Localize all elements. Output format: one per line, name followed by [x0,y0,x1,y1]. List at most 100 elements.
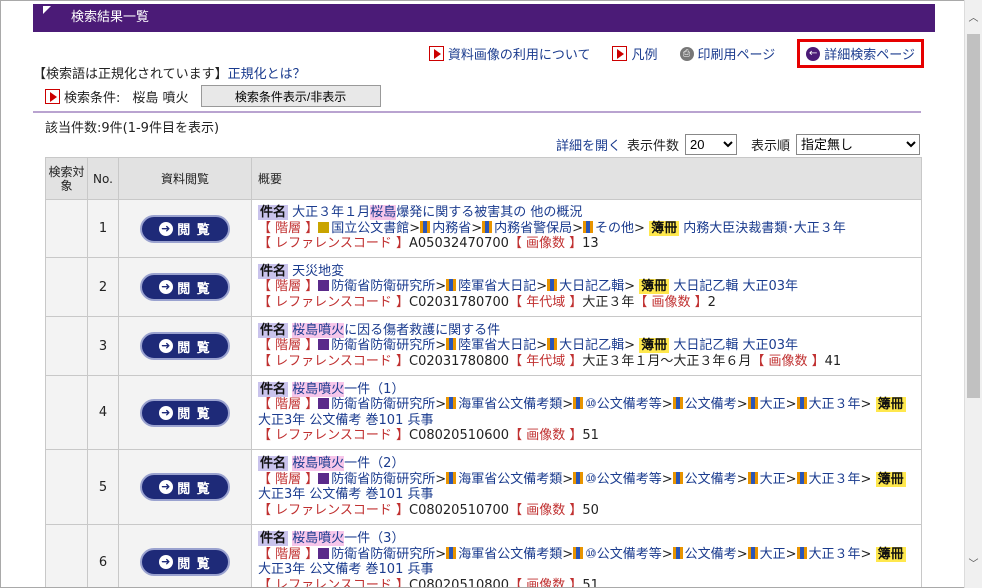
summary-cell: 件名 天災地変【 階層 】防衛省防衛研究所> 陸軍省大日記> 大日記乙輯> 簿冊 大… [251,257,922,317]
view-cell: ➜ 閲 覧 [118,524,252,587]
folder-icon [446,546,457,559]
path-item[interactable]: 大正３年 [809,397,861,412]
target-cell [45,316,88,376]
path-item[interactable]: 防衛省防衛研究所 [331,472,435,487]
path-item[interactable]: 大正３年 [809,547,861,562]
view-cell: ➜ 閲 覧 [118,316,252,376]
path-item[interactable]: 公文備考 [685,397,737,412]
view-button[interactable]: ➜ 閲 覧 [140,214,230,243]
path-item[interactable]: 内務省 [432,221,471,236]
view-cell: ➜ 閲 覧 [118,449,252,525]
image-count: 51 [582,428,599,443]
per-page-select[interactable]: 20 [684,134,737,155]
view-button[interactable]: ➜ 閲 覧 [140,273,230,301]
record-title-link[interactable]: 桜島噴火一件（1） [292,381,404,397]
path-item[interactable]: ⑩公文備考等 [585,397,662,412]
play-triangle-icon [428,46,444,61]
view-button[interactable]: ➜ 閲 覧 [140,473,230,501]
book-link[interactable]: 大日記乙輯 大正03年 [673,279,798,294]
reference-code: C02031780800 [409,353,510,369]
path-item[interactable]: 海軍省公文備考類 [458,397,562,412]
book-link[interactable]: 大正3年 公文備考 巻101 兵事 [258,487,433,502]
folder-icon [547,338,558,351]
table-row: 6 ➜ 閲 覧件名 桜島噴火一件（3）【 階層 】防衛省防衛研究所> 海軍省公文備考類… [45,524,922,588]
toggle-conditions-button[interactable]: 検索条件表示/非表示 [200,85,381,107]
path-item[interactable]: 海軍省公文備考類 [458,547,562,562]
path-item[interactable]: 陸軍省大日記 [458,279,536,294]
path-item[interactable]: 防衛省防衛研究所 [331,547,435,562]
view-button[interactable]: ➜ 閲 覧 [140,332,230,360]
print-page-link[interactable]: ⎙ 印刷用ページ [679,44,775,63]
advanced-search-link[interactable]: ← 詳細検索ページ [797,39,924,68]
archive-icon [318,398,330,409]
folder-icon [747,397,758,409]
archive-icon [318,280,330,292]
path-item[interactable]: 公文備考 [685,547,737,562]
book-link[interactable]: 大正3年 公文備考 巻101 兵事 [258,562,433,577]
folder-icon [446,338,457,351]
record-title-link[interactable]: 大正３年１月桜島爆発に関する被害其の 他の概況 [292,205,582,221]
path-item[interactable]: その他 [595,221,634,236]
view-cell: ➜ 閲 覧 [118,257,252,317]
view-cell: ➜ 閲 覧 [118,199,252,258]
folder-icon [420,220,431,233]
image-count: 51 [582,577,599,588]
path-item[interactable]: 大正 [760,472,786,487]
summary-cell: 件名 桜島噴火一件（2）【 階層 】防衛省防衛研究所> 海軍省公文備考類> ⑩公文備… [251,449,922,525]
print-icon: ⎙ [679,46,694,61]
scroll-thumb[interactable] [967,34,980,398]
path-item[interactable]: 防衛省防衛研究所 [331,397,435,412]
results-table: 検索対象 No. 資料閲覧 概要 1 ➜ 閲 覧件名 大正３年１月桜島爆発に関する被… [45,157,922,588]
book-link[interactable]: 大正3年 公文備考 巻101 兵事 [258,413,433,428]
path-item[interactable]: 防衛省防衛研究所 [331,279,435,294]
reference-code: A05032470700 [409,236,509,252]
view-button[interactable]: ➜ 閲 覧 [140,398,230,427]
path-item[interactable]: 防衛省防衛研究所 [331,338,435,353]
record-title-link[interactable]: 天災地変 [292,264,344,279]
view-cell: ➜ 閲 覧 [118,375,252,450]
path-item[interactable]: 大日記乙輯 [559,279,624,294]
record-title-link[interactable]: 桜島噴火一件（3） [292,531,404,546]
record-title-link[interactable]: 桜島噴火一件（2） [292,456,404,471]
normalization-help-link[interactable]: 正規化とは？ [228,67,306,82]
arrow-right-icon: ➜ [159,339,174,353]
image-usage-link[interactable]: 資料画像の利用について [428,44,590,63]
target-cell [45,524,88,587]
search-terms: 桜島 噴火 [132,90,189,106]
folder-icon [796,397,807,409]
scroll-down-icon[interactable]: ﹀ [965,556,982,573]
path-item[interactable]: 陸軍省大日記 [458,338,536,353]
expand-details-link[interactable]: 詳細を開く [556,135,621,154]
arrow-right-icon: ➜ [159,480,174,494]
path-item[interactable]: 国立公文書館 [331,221,409,236]
top-links: 資料画像の利用について 凡例 ⎙ 印刷用ページ ← 詳細検索ページ [428,39,924,68]
image-count: 2 [707,294,716,310]
folder-icon [796,471,807,484]
summary-cell: 件名 桜島噴火に因る傷者救護に関する件【 階層 】防衛省防衛研究所> 陸軍省大日記… [251,316,922,376]
book-link[interactable]: 内務大臣決裁書類･大正３年 [683,221,846,236]
arrow-right-icon: ➜ [159,280,174,294]
scroll-up-icon[interactable]: ︿ [965,10,982,27]
view-button[interactable]: ➜ 閲 覧 [140,548,230,576]
record-title-link[interactable]: 桜島噴火に因る傷者救護に関する件 [292,322,500,338]
path-item[interactable]: 大正３年 [809,472,861,487]
folder-icon [747,471,758,484]
path-item[interactable]: 大正 [760,397,786,412]
path-item[interactable]: 海軍省公文備考類 [458,472,562,487]
search-conditions: 検索条件: 桜島 噴火 検索条件表示/非表示 [45,85,381,107]
vertical-scrollbar[interactable]: ︿ ﹀ [964,0,982,588]
path-item[interactable]: 公文備考 [685,472,737,487]
image-count: 13 [582,236,599,252]
summary-cell: 件名 桜島噴火一件（1）【 階層 】防衛省防衛研究所> 海軍省公文備考類> ⑩公文備… [251,375,922,450]
sort-order-select[interactable]: 指定無し [796,134,920,155]
folder-icon [446,397,457,409]
path-item[interactable]: 内務省警保局 [494,221,572,236]
legend-link[interactable]: 凡例 [612,44,658,63]
path-item[interactable]: 大日記乙輯 [559,338,624,353]
path-item[interactable]: ⑩公文備考等 [585,472,662,487]
row-number: 1 [87,199,119,258]
path-item[interactable]: 大正 [760,547,786,562]
path-item[interactable]: ⑩公文備考等 [585,547,662,562]
folder-icon [482,220,493,233]
book-link[interactable]: 大日記乙輯 大正03年 [673,338,798,353]
